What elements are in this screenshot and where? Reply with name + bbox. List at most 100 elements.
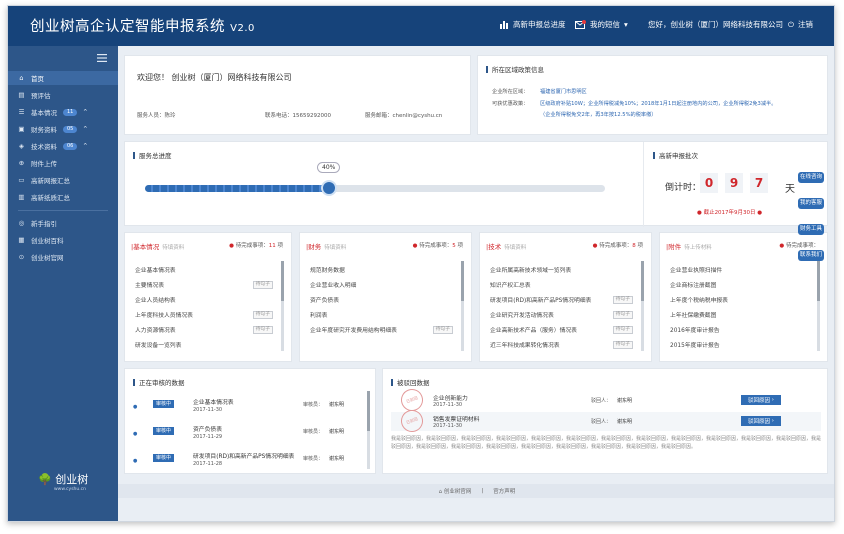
sidebar-item-guide[interactable]: ◎ 新手指引 [8, 216, 118, 230]
countdown-digit: 9 [725, 173, 743, 193]
footer-statement-link[interactable]: 官方声明 [493, 487, 515, 495]
list-item[interactable]: 企业商标注册截图 [670, 278, 809, 291]
returned-row[interactable]: 已驳回 企业创新能力 2017-11-30 驳回人： 谢东明 驳回原因 › [391, 385, 821, 415]
list-item[interactable]: 上年度个税纳税申报表 [670, 293, 809, 306]
list-item[interactable]: 主要情况表 待勾子 [135, 278, 273, 291]
list-item[interactable]: 2015年度审计报告 [670, 338, 809, 351]
sidebar-item-upload[interactable]: ⊕ 附件上传 [8, 156, 118, 170]
review-row[interactable]: ● 审核中 企业基本情况表 2017-11-30 审核员： 谢东明 [133, 395, 363, 419]
list-item-action-button[interactable]: 待勾子 [252, 310, 273, 319]
messages-menu[interactable]: 我的短信 ▾ [575, 19, 628, 30]
scrollbar[interactable] [817, 261, 820, 351]
returned-item-title: 企业创新能力 [433, 396, 468, 402]
returned-row[interactable]: 已驳回 销售发票证明材料 2017-11-30 驳回人： 谢东明 驳回原因 › [391, 406, 821, 436]
list-item[interactable]: 企业高新技术产品（服务）情况表 待勾子 [490, 323, 633, 336]
top-bar: 创业树高企认定智能申报系统 V2.0 高新申报总进度 我的短信 ▾ 您好，创业树（… [8, 6, 834, 46]
my-service-button[interactable]: 我的客服 [798, 198, 824, 209]
todo-label: 待完成事项： [419, 243, 453, 249]
footer-website-link[interactable]: ⌂ 创业树官网 [439, 487, 472, 495]
chevron-down-icon: ▾ [624, 20, 628, 29]
panel-todo: ● 待完成事项：5 项 [413, 241, 463, 249]
sidebar-item-wiki[interactable]: ▦ 创业树百科 [8, 233, 118, 247]
list-item-action-button[interactable]: 待勾子 [432, 325, 453, 334]
sidebar-item-website[interactable]: ⊙ 创业树官网 [8, 250, 118, 264]
list-item[interactable]: 企业基本情况表 [135, 263, 273, 276]
app-title: 创业树高企认定智能申报系统 V2.0 [30, 15, 255, 36]
list-item[interactable]: 研发项目(RD)和高新产品PS情况明细表 待勾子 [490, 293, 633, 306]
dot-icon: ● [229, 243, 234, 249]
list-item[interactable]: 企业营业执照扫描件 [670, 263, 809, 276]
review-row[interactable]: ● 审核中 资产负债表 2017-11-29 审核员： 谢东明 [133, 422, 363, 446]
batch-progress-link[interactable]: 高新申报总进度 [500, 19, 566, 30]
list-item[interactable]: 企业人员结构表 [135, 293, 273, 306]
chevron-circle-icon: › [771, 397, 774, 403]
online-consult-button[interactable]: 在线咨询 [798, 172, 824, 183]
list-item[interactable]: 上年社保缴费截图 [670, 308, 809, 321]
sidebar-item-home[interactable]: ⌂ 首页 [8, 71, 118, 85]
list-item-label: 2016年度审计报告 [670, 328, 720, 334]
finance-tools-button[interactable]: 财务工具 [798, 224, 824, 235]
panel-0: |基本情况 待填资料 ● 待完成事项：11 项企业基本情况表 主要情况表 待勾子 企业人员… [124, 232, 292, 362]
book-icon: ▦ [18, 236, 25, 244]
reject-reason-button[interactable]: 驳回原因 › [741, 395, 781, 405]
scrollbar[interactable] [367, 391, 370, 469]
list-item[interactable]: 企业所属高新技术领域一览列表 [490, 263, 633, 276]
sidebar-item-pre-eval[interactable]: ▤ 预评估 [8, 88, 118, 102]
scrollbar[interactable] [281, 261, 284, 351]
menu-toggle-icon[interactable] [96, 52, 108, 64]
reviewer-name: 谢东明 [329, 429, 345, 435]
dot-icon: ● [779, 243, 785, 249]
list-item[interactable]: 人力资源情况表 待勾子 [135, 323, 273, 336]
list-item-action-button[interactable]: 待勾子 [612, 310, 633, 319]
sidebar-item-label: 创业树百科 [31, 237, 64, 245]
sidebar-item-tech[interactable]: ◈ 技术资料 06 ⌃ [8, 139, 118, 153]
sidebar-item-label: 附件上传 [31, 160, 57, 168]
list-item-action-button[interactable]: 待勾子 [252, 280, 273, 289]
list-item-action-button[interactable]: 待勾子 [612, 295, 633, 304]
list-item[interactable]: 知识产权汇总表 [490, 278, 633, 291]
list-item-label: 近三年科技成果转化情况表 [490, 343, 560, 349]
monitor-icon: ▭ [18, 176, 25, 184]
return-reason-text: 我是驳回原因，我是驳回原因，我是驳回原因，我是驳回原因，我是驳回原因，我是驳回原… [391, 436, 821, 450]
reviewer-name: 谢东明 [329, 456, 345, 462]
progress-fill [145, 185, 329, 192]
sidebar-item-label: 首页 [31, 75, 44, 83]
list-item[interactable]: 近三年科技成果转化情况表 待勾子 [490, 338, 633, 351]
reject-reason-button[interactable]: 驳回原因 › [741, 416, 781, 426]
sidebar-item-paper-summary[interactable]: ▥ 高新纸质汇总 [8, 190, 118, 204]
list-item[interactable]: 资产负债表 [310, 293, 453, 306]
list-item[interactable]: 2016年度审计报告 [670, 323, 809, 336]
list-item[interactable]: 上年度科技人员情况表 待勾子 [135, 308, 273, 321]
sidebar-item-finance[interactable]: ▣ 财务资料 05 ⌃ [8, 122, 118, 136]
list-item-label: 企业年度研究开发费用结构明细表 [310, 328, 397, 334]
sidebar-badge: 05 [63, 125, 78, 133]
list-item[interactable]: 企业营业收入明细 [310, 278, 453, 291]
scrollbar[interactable] [641, 261, 644, 351]
list-item[interactable]: 企业研究开发活动情况表 待勾子 [490, 308, 633, 321]
panel-1: |财务 待填资料 ● 待完成事项：5 项规范财务数据 企业营业收入明细 资产负债表 利润表… [299, 232, 472, 362]
list-item-action-button[interactable]: 待勾子 [612, 325, 633, 334]
progress-divider [643, 142, 644, 227]
messages-label: 我的短信 [590, 20, 620, 29]
batch-progress-label: 高新申报总进度 [513, 20, 566, 29]
contact-us-button[interactable]: 联系我们 [798, 250, 824, 261]
list-item[interactable]: 利润表 [310, 308, 453, 321]
panel-name: 基本情况 [133, 243, 160, 251]
sidebar-item-basic[interactable]: ☰ 基本情况 11 ⌃ [8, 105, 118, 119]
logout-button[interactable]: ⏻ 注销 [788, 19, 813, 30]
sidebar-item-label: 技术资料 [31, 143, 57, 151]
panel-subtitle: 待填资料 [324, 245, 347, 251]
returned-item-date: 2017-11-30 [433, 423, 463, 429]
sidebar-item-label: 新手指引 [31, 220, 57, 228]
list-item[interactable]: 规范财务数据 [310, 263, 453, 276]
sidebar-item-online-summary[interactable]: ▭ 高新网报汇总 [8, 173, 118, 187]
todo-suffix: 项 [457, 243, 463, 249]
scrollbar[interactable] [461, 261, 464, 351]
list-item-action-button[interactable]: 待勾子 [252, 325, 273, 334]
chevron-circle-icon: › [771, 418, 774, 424]
list-item-label: 知识产权汇总表 [490, 283, 531, 289]
review-row[interactable]: ● 审核中 研发项目(RD)和高新产品PS情况明细表 2017-11-28 审核… [133, 449, 363, 473]
list-item[interactable]: 研发设备一览列表 [135, 338, 273, 351]
list-item-action-button[interactable]: 待勾子 [612, 340, 633, 349]
list-item[interactable]: 企业年度研究开发费用结构明细表 待勾子 [310, 323, 453, 336]
